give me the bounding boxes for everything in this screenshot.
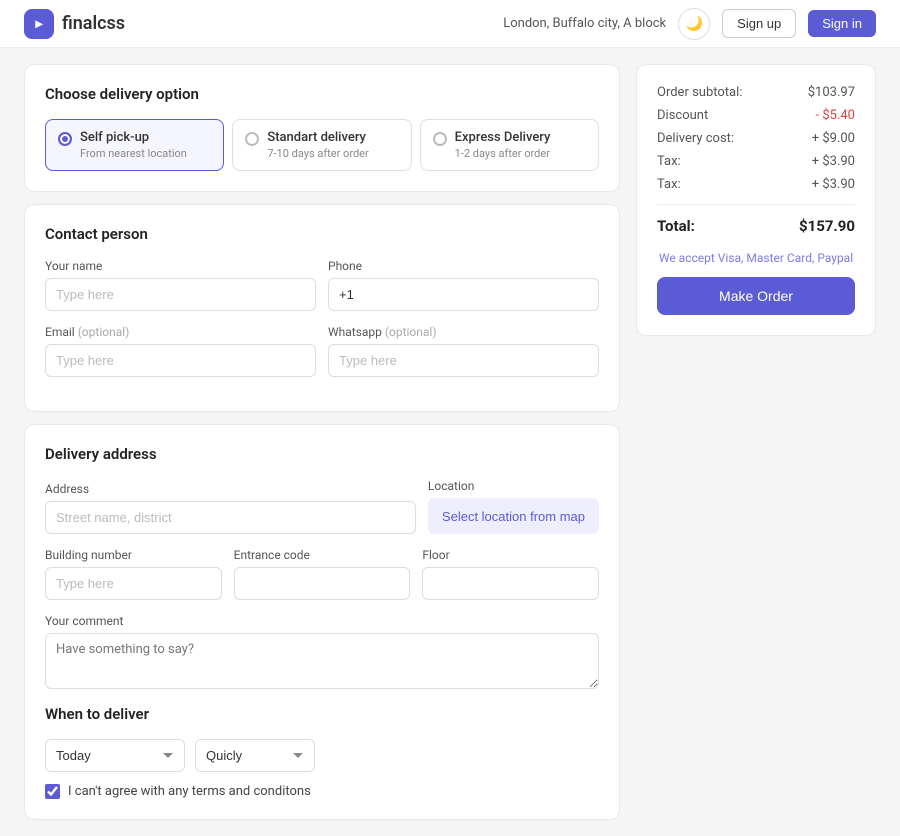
location-group: Location Select location from map bbox=[428, 479, 599, 534]
order-summary-card: Order subtotal: $103.97 Discount - $5.40… bbox=[636, 64, 876, 336]
header-right: London, Buffalo city, A block 🌙 Sign up … bbox=[503, 8, 876, 40]
building-group: Building number bbox=[45, 548, 222, 600]
select-map-button[interactable]: Select location from map bbox=[428, 498, 599, 534]
discount-label: Discount bbox=[657, 108, 708, 123]
moon-icon: 🌙 bbox=[685, 15, 702, 32]
header: ▸ finalcss London, Buffalo city, A block… bbox=[0, 0, 900, 48]
delivery-section-title: Choose delivery option bbox=[45, 85, 599, 103]
address-label: Address bbox=[45, 482, 416, 496]
radio-standard bbox=[245, 132, 259, 146]
tax2-value: + $3.90 bbox=[812, 177, 855, 192]
delivery-cost-value: + $9.00 bbox=[812, 131, 855, 146]
delivery-options-card: Choose delivery option Self pick-up From… bbox=[24, 64, 620, 192]
floor-input[interactable] bbox=[422, 567, 599, 600]
building-entrance-floor-row: Building number Entrance code Floor bbox=[45, 548, 599, 600]
sign-in-button[interactable]: Sign in bbox=[808, 10, 876, 37]
tax1-row: Tax: + $3.90 bbox=[657, 154, 855, 169]
location-text: London, Buffalo city, A block bbox=[503, 16, 666, 31]
tax1-label: Tax: bbox=[657, 154, 681, 169]
phone-label: Phone bbox=[328, 259, 599, 273]
address-location-row: Address Location Select location from ma… bbox=[45, 479, 599, 534]
discount-value: - $5.40 bbox=[816, 108, 855, 123]
building-label: Building number bbox=[45, 548, 222, 562]
tax2-row: Tax: + $3.90 bbox=[657, 177, 855, 192]
delivery-option-text-express: Express Delivery 1-2 days after order bbox=[455, 130, 551, 160]
option-label-standard: Standart delivery bbox=[267, 130, 368, 145]
phone-group: Phone bbox=[328, 259, 599, 311]
option-desc-standard: 7-10 days after order bbox=[267, 147, 368, 160]
name-input[interactable] bbox=[45, 278, 316, 311]
summary-divider bbox=[657, 204, 855, 205]
total-value: $157.90 bbox=[799, 217, 855, 235]
tax2-label: Tax: bbox=[657, 177, 681, 192]
delivery-option-text-self-pickup: Self pick-up From nearest location bbox=[80, 130, 187, 160]
delivery-option-standard[interactable]: Standart delivery 7-10 days after order bbox=[232, 119, 411, 171]
make-order-button[interactable]: Make Order bbox=[657, 277, 855, 315]
floor-group: Floor bbox=[422, 548, 599, 600]
logo-icon: ▸ bbox=[24, 9, 54, 39]
email-group: Email (optional) bbox=[45, 325, 316, 377]
left-panel: Choose delivery option Self pick-up From… bbox=[24, 64, 620, 820]
main-content: Choose delivery option Self pick-up From… bbox=[0, 48, 900, 836]
email-label: Email (optional) bbox=[45, 325, 316, 339]
whatsapp-group: Whatsapp (optional) bbox=[328, 325, 599, 377]
dark-mode-button[interactable]: 🌙 bbox=[678, 8, 710, 40]
address-group: Address bbox=[45, 482, 416, 534]
payment-note: We accept Visa, Master Card, Paypal bbox=[657, 251, 855, 265]
entrance-label: Entrance code bbox=[234, 548, 411, 562]
email-whatsapp-row: Email (optional) Whatsapp (optional) bbox=[45, 325, 599, 377]
location-label: Location bbox=[428, 479, 599, 493]
delivery-option-self-pickup[interactable]: Self pick-up From nearest location bbox=[45, 119, 224, 171]
address-section-title: Delivery address bbox=[45, 445, 599, 463]
address-input[interactable] bbox=[45, 501, 416, 534]
deliver-day-select[interactable]: Today Tomorrow This week bbox=[45, 739, 185, 772]
phone-input[interactable] bbox=[328, 278, 599, 311]
deliver-when-row: Today Tomorrow This week Quicly Morning … bbox=[45, 739, 599, 772]
delivery-option-text-standard: Standart delivery 7-10 days after order bbox=[267, 130, 368, 160]
delivery-address-card: Delivery address Address Location Select… bbox=[24, 424, 620, 820]
whatsapp-label: Whatsapp (optional) bbox=[328, 325, 599, 339]
delivery-cost-row: Delivery cost: + $9.00 bbox=[657, 131, 855, 146]
entrance-input[interactable] bbox=[234, 567, 411, 600]
right-panel: Order subtotal: $103.97 Discount - $5.40… bbox=[636, 64, 876, 820]
name-group: Your name bbox=[45, 259, 316, 311]
sign-up-button[interactable]: Sign up bbox=[722, 9, 796, 38]
discount-row: Discount - $5.40 bbox=[657, 108, 855, 123]
radio-self-pickup bbox=[58, 132, 72, 146]
tax1-value: + $3.90 bbox=[812, 154, 855, 169]
radio-express bbox=[433, 132, 447, 146]
contact-person-card: Contact person Your name Phone Email (op… bbox=[24, 204, 620, 412]
total-label: Total: bbox=[657, 217, 695, 235]
logo-text: finalcss bbox=[62, 13, 125, 34]
entrance-group: Entrance code bbox=[234, 548, 411, 600]
subtotal-row: Order subtotal: $103.97 bbox=[657, 85, 855, 100]
delivery-option-express[interactable]: Express Delivery 1-2 days after order bbox=[420, 119, 599, 171]
terms-row: I can't agree with any terms and condito… bbox=[45, 784, 599, 799]
delivery-options-group: Self pick-up From nearest location Stand… bbox=[45, 119, 599, 171]
floor-label: Floor bbox=[422, 548, 599, 562]
name-label: Your name bbox=[45, 259, 316, 273]
deliver-time-select[interactable]: Quicly Morning Afternoon Evening bbox=[195, 739, 315, 772]
option-label-self-pickup: Self pick-up bbox=[80, 130, 187, 145]
comment-group: Your comment bbox=[45, 614, 599, 689]
terms-label: I can't agree with any terms and condito… bbox=[68, 784, 311, 799]
subtotal-value: $103.97 bbox=[808, 85, 855, 100]
option-desc-express: 1-2 days after order bbox=[455, 147, 551, 160]
building-input[interactable] bbox=[45, 567, 222, 600]
comment-label: Your comment bbox=[45, 614, 599, 628]
email-input[interactable] bbox=[45, 344, 316, 377]
name-phone-row: Your name Phone bbox=[45, 259, 599, 311]
logo: ▸ finalcss bbox=[24, 9, 125, 39]
deliver-when-title: When to deliver bbox=[45, 705, 599, 723]
comment-textarea[interactable] bbox=[45, 633, 599, 689]
option-desc-self-pickup: From nearest location bbox=[80, 147, 187, 160]
total-row: Total: $157.90 bbox=[657, 217, 855, 235]
whatsapp-input[interactable] bbox=[328, 344, 599, 377]
delivery-cost-label: Delivery cost: bbox=[657, 131, 734, 146]
subtotal-label: Order subtotal: bbox=[657, 85, 742, 100]
contact-section-title: Contact person bbox=[45, 225, 599, 243]
option-label-express: Express Delivery bbox=[455, 130, 551, 145]
when-to-deliver-section: When to deliver Today Tomorrow This week… bbox=[45, 705, 599, 772]
terms-checkbox[interactable] bbox=[45, 784, 60, 799]
